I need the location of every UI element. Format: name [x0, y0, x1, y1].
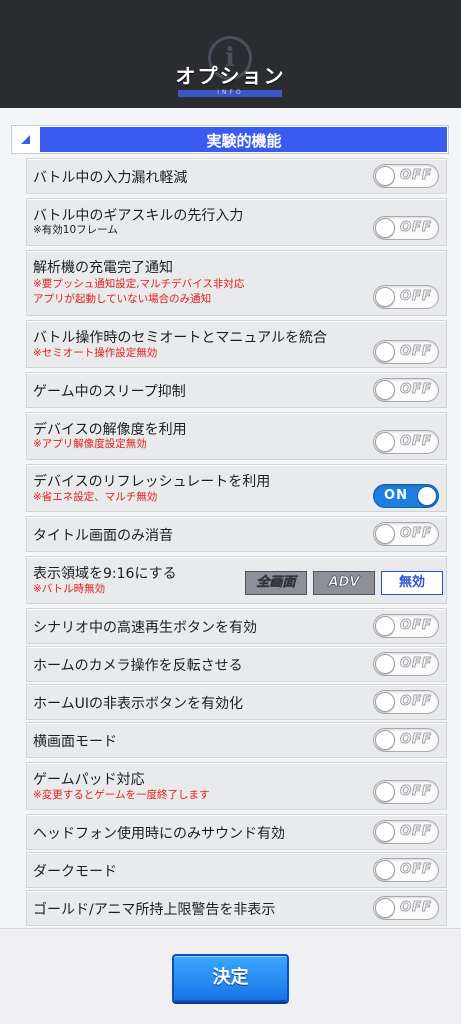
setting-label: ヘッドフォン使用時にのみサウンド有効: [33, 826, 285, 842]
setting-label: ホームのカメラ操作を反転させる: [33, 658, 243, 674]
setting-row: デバイスの解像度を利用 ※アプリ解像度設定無効 OFF: [26, 412, 447, 460]
setting-label: 表示領域を9:16にする: [33, 566, 177, 582]
setting-row: ゲーム中のスリープ抑制 OFF: [26, 372, 447, 408]
toggle-knob: [375, 782, 395, 802]
toggle-state: OFF: [400, 784, 432, 800]
toggle-state: OFF: [400, 382, 432, 398]
toggle-switch[interactable]: OFF: [373, 614, 439, 638]
toggle-switch[interactable]: OFF: [373, 690, 439, 714]
toggle-knob: [375, 730, 395, 750]
toggle-switch[interactable]: OFF: [373, 820, 439, 844]
setting-note: ※有効10フレーム: [33, 224, 118, 236]
setting-note: ※変更するとゲームを一度終了します: [33, 789, 210, 801]
toggle-knob: [417, 486, 437, 506]
setting-label: バトル中の入力漏れ軽減: [33, 170, 188, 186]
toggle-switch[interactable]: OFF: [373, 780, 439, 804]
toggle-state: OFF: [400, 168, 432, 184]
toggle-switch[interactable]: OFF: [373, 378, 439, 402]
toggle-knob: [375, 218, 395, 238]
setting-row: ゲームパッド対応 ※変更するとゲームを一度終了します OFF: [26, 762, 447, 810]
setting-row: ゴールド/アニマ所持上限警告を非表示 OFF: [26, 890, 447, 926]
toggle-knob: [375, 692, 395, 712]
toggle-state: OFF: [400, 344, 432, 360]
setting-label: 横画面モード: [33, 734, 117, 750]
toggle-knob: [375, 898, 395, 918]
toggle-switch[interactable]: OFF: [373, 652, 439, 676]
collapse-triangle-icon[interactable]: [13, 127, 41, 152]
toggle-knob: [375, 616, 395, 636]
setting-note: ※バトル時無効: [33, 583, 106, 595]
setting-row: バトル操作時のセミオートとマニュアルを統合 ※セミオート操作設定無効 OFF: [26, 320, 447, 368]
toggle-switch[interactable]: ON: [373, 484, 439, 508]
setting-note: ※アプリ解像度設定無効: [33, 438, 147, 450]
toggle-knob: [375, 860, 395, 880]
toggle-state: OFF: [400, 824, 432, 840]
toggle-switch[interactable]: OFF: [373, 164, 439, 188]
setting-row: ダークモード OFF: [26, 852, 447, 888]
setting-label: ダークモード: [33, 864, 117, 880]
toggle-state: OFF: [400, 900, 432, 916]
toggle-switch[interactable]: OFF: [373, 728, 439, 752]
setting-label: ゲームパッド対応: [33, 772, 145, 788]
toggle-knob: [375, 342, 395, 362]
setting-label: シナリオ中の高速再生ボタンを有効: [33, 620, 257, 636]
toggle-state: OFF: [400, 289, 432, 305]
toggle-state: OFF: [400, 434, 432, 450]
setting-row: 解析機の充電完了通知 ※要プッシュ通知設定,マルチデバイス非対応 アプリが起動し…: [26, 250, 447, 316]
option-fullscreen-button[interactable]: 全画面: [245, 571, 307, 595]
setting-row: シナリオ中の高速再生ボタンを有効 OFF: [26, 608, 447, 644]
confirm-button[interactable]: 決定: [172, 954, 289, 1002]
setting-label: 解析機の充電完了通知: [33, 260, 173, 276]
setting-row: ホームのカメラ操作を反転させる OFF: [26, 646, 447, 682]
setting-label: デバイスの解像度を利用: [33, 422, 187, 438]
toggle-state: OFF: [400, 694, 432, 710]
section-title: 実験的機能: [206, 132, 282, 150]
toggle-state: OFF: [400, 732, 432, 748]
toggle-knob: [375, 654, 395, 674]
setting-row: タイトル画面のみ消音 OFF: [26, 516, 447, 552]
option-adv-button[interactable]: ADV: [313, 571, 375, 595]
setting-row: デバイスのリフレッシュレートを利用 ※省エネ設定、マルチ無効 ON: [26, 464, 447, 512]
setting-label: ゴールド/アニマ所持上限警告を非表示: [33, 902, 276, 918]
setting-note: ※省エネ設定、マルチ無効: [33, 491, 158, 503]
toggle-knob: [375, 287, 395, 307]
setting-row: バトル中のギアスキルの先行入力 ※有効10フレーム OFF: [26, 198, 447, 246]
toggle-switch[interactable]: OFF: [373, 858, 439, 882]
toggle-switch[interactable]: OFF: [373, 340, 439, 364]
toggle-switch[interactable]: OFF: [373, 896, 439, 920]
toggle-switch[interactable]: OFF: [373, 430, 439, 454]
setting-label: ゲーム中のスリープ抑制: [33, 384, 186, 400]
toggle-knob: [375, 380, 395, 400]
setting-note: アプリが起動していない場合のみ通知: [33, 293, 212, 305]
toggle-state: OFF: [400, 862, 432, 878]
toggle-state: ON: [384, 488, 408, 503]
toggle-knob: [375, 432, 395, 452]
setting-row: ホームUIの非表示ボタンを有効化 OFF: [26, 684, 447, 720]
settings-list: 実験的機能 バトル中の入力漏れ軽減 OFF バトル中のギアスキルの先行入力 ※有…: [0, 0, 461, 940]
setting-label: デバイスのリフレッシュレートを利用: [33, 474, 271, 490]
setting-row: 横画面モード OFF: [26, 722, 447, 758]
toggle-switch[interactable]: OFF: [373, 522, 439, 546]
section-header-experimental[interactable]: 実験的機能: [11, 125, 449, 154]
option-disabled-button[interactable]: 無効: [381, 571, 443, 595]
toggle-switch[interactable]: OFF: [373, 285, 439, 309]
setting-label: ホームUIの非表示ボタンを有効化: [33, 696, 243, 712]
setting-note: ※セミオート操作設定無効: [33, 347, 158, 359]
setting-label: バトル中のギアスキルの先行入力: [33, 208, 244, 224]
setting-note: ※要プッシュ通知設定,マルチデバイス非対応: [33, 278, 245, 290]
setting-row: ヘッドフォン使用時にのみサウンド有効 OFF: [26, 814, 447, 850]
toggle-knob: [375, 822, 395, 842]
setting-label: タイトル画面のみ消音: [33, 528, 173, 544]
toggle-state: OFF: [400, 656, 432, 672]
toggle-knob: [375, 524, 395, 544]
toggle-state: OFF: [400, 618, 432, 634]
toggle-knob: [375, 166, 395, 186]
setting-row: バトル中の入力漏れ軽減 OFF: [26, 158, 447, 194]
setting-label: バトル操作時のセミオートとマニュアルを統合: [33, 330, 327, 346]
toggle-switch[interactable]: OFF: [373, 216, 439, 240]
toggle-state: OFF: [400, 220, 432, 236]
toggle-state: OFF: [400, 526, 432, 542]
